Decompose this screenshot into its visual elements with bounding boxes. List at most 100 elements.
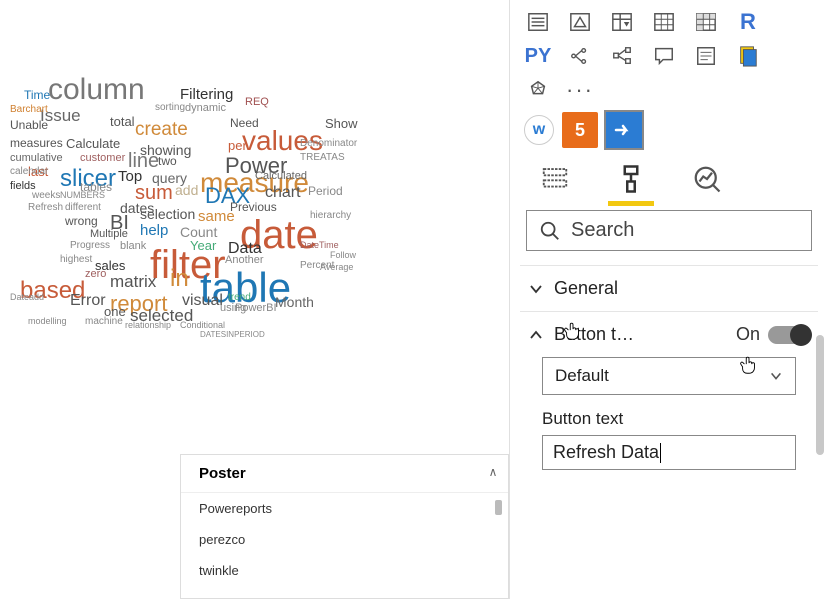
wordcloud-word[interactable]: blank xyxy=(120,241,146,252)
wordcloud-word[interactable]: machine xyxy=(85,317,123,327)
search-input[interactable]: Search xyxy=(526,210,812,251)
wordcloud-word[interactable]: Count xyxy=(180,225,217,239)
table-row[interactable]: Powereports xyxy=(181,493,508,524)
wordcloud-word[interactable]: total xyxy=(110,115,135,128)
apps-icon[interactable] xyxy=(524,78,552,102)
wordcloud-word[interactable]: Progress xyxy=(70,241,110,251)
button-text-toggle[interactable] xyxy=(768,326,810,344)
custom-visual-w-icon[interactable]: w xyxy=(524,115,554,145)
wordcloud-word[interactable]: Dateadd xyxy=(10,293,44,302)
key-influencers-icon[interactable] xyxy=(566,44,594,68)
section-general-label: General xyxy=(554,278,618,299)
wordcloud-word[interactable]: selection xyxy=(140,207,195,221)
wordcloud-visual[interactable]: columnIssueBarchartUnableTimetotalFilter… xyxy=(10,45,390,355)
scroll-up-icon[interactable]: ∧ xyxy=(484,465,502,479)
wordcloud-word[interactable]: Error xyxy=(70,293,106,309)
fields-tab[interactable] xyxy=(538,162,572,196)
button-text-value: Refresh Data xyxy=(553,442,659,462)
wordcloud-word[interactable]: column xyxy=(48,75,145,105)
wordcloud-word[interactable]: per xyxy=(228,139,247,152)
wordcloud-word[interactable]: Refresh xyxy=(28,203,63,213)
search-icon xyxy=(539,220,561,242)
wordcloud-word[interactable]: add xyxy=(175,183,198,197)
wordcloud-word[interactable]: in xyxy=(170,267,189,291)
list-icon[interactable] xyxy=(524,10,552,34)
triangle-icon[interactable] xyxy=(566,10,594,34)
custom-visual-flow-icon[interactable] xyxy=(606,112,642,148)
wordcloud-word[interactable]: Barchart xyxy=(10,105,48,115)
section-button-text[interactable]: Button t… On xyxy=(528,324,810,345)
python-visual-icon[interactable]: PY xyxy=(524,44,552,68)
wordcloud-word[interactable]: relationship xyxy=(125,321,171,330)
wordcloud-word[interactable]: trend xyxy=(228,293,251,303)
wordcloud-word[interactable]: help xyxy=(140,223,168,238)
wordcloud-word[interactable]: zero xyxy=(85,269,106,280)
wordcloud-word[interactable]: sorting xyxy=(155,103,185,113)
wordcloud-word[interactable]: matrix xyxy=(110,273,156,290)
wordcloud-word[interactable]: Calculated xyxy=(255,171,307,182)
table-row[interactable]: twinkle xyxy=(181,555,508,586)
more-visuals-icon[interactable]: ··· xyxy=(566,78,594,102)
chevron-down-icon xyxy=(528,281,544,297)
narrative-icon[interactable] xyxy=(692,44,720,68)
wordcloud-word[interactable]: customer xyxy=(80,153,125,164)
table-scrollbar[interactable] xyxy=(495,500,502,515)
qa-icon[interactable] xyxy=(650,44,678,68)
wordcloud-word[interactable]: wrong xyxy=(65,215,98,227)
format-tab[interactable] xyxy=(614,162,648,196)
paginated-icon[interactable] xyxy=(734,44,762,68)
wordcloud-word[interactable]: Calculate xyxy=(66,137,120,150)
section-general[interactable]: General xyxy=(528,278,810,299)
wordcloud-word[interactable]: Unable xyxy=(10,119,48,131)
wordcloud-word[interactable]: Period xyxy=(308,185,343,197)
wordcloud-word[interactable]: create xyxy=(135,120,188,139)
wordcloud-word[interactable]: Follow xyxy=(330,251,356,260)
table-icon[interactable] xyxy=(650,10,678,34)
wordcloud-word[interactable]: two xyxy=(158,155,177,167)
wordcloud-word[interactable]: highest xyxy=(60,255,92,265)
wordcloud-word[interactable]: Month xyxy=(275,295,314,309)
wordcloud-word[interactable]: Denominator xyxy=(300,139,357,149)
wordcloud-word[interactable]: different xyxy=(65,203,101,213)
table-filter-icon[interactable] xyxy=(608,10,636,34)
wordcloud-word[interactable]: chart xyxy=(265,185,301,201)
wordcloud-word[interactable]: same xyxy=(198,209,235,224)
poster-table[interactable]: Poster ∧ Powereportsperezcotwinkle xyxy=(180,454,509,599)
wordcloud-word[interactable]: dynamic xyxy=(185,103,226,114)
matrix-icon[interactable] xyxy=(692,10,720,34)
wordcloud-word[interactable]: Show xyxy=(325,117,358,130)
wordcloud-word[interactable]: modelling xyxy=(28,317,67,326)
wordcloud-word[interactable]: Average xyxy=(320,263,353,272)
wordcloud-word[interactable]: cumulative xyxy=(10,153,63,164)
search-placeholder: Search xyxy=(571,219,634,242)
canvas-area: columnIssueBarchartUnableTimetotalFilter… xyxy=(0,0,510,599)
wordcloud-word[interactable]: weeks xyxy=(32,191,60,201)
state-dropdown[interactable]: Default xyxy=(542,357,796,395)
button-text-input[interactable]: Refresh Data xyxy=(542,435,796,470)
wordcloud-word[interactable]: REQ xyxy=(245,97,269,108)
r-visual-icon[interactable]: R xyxy=(734,10,762,34)
wordcloud-word[interactable]: Need xyxy=(230,117,259,129)
wordcloud-word[interactable]: Time xyxy=(24,89,50,101)
wordcloud-word[interactable]: measures xyxy=(10,137,63,149)
wordcloud-word[interactable]: PowerBI xyxy=(235,303,277,314)
wordcloud-word[interactable]: hierarchy xyxy=(310,211,351,221)
table-row[interactable]: perezco xyxy=(181,524,508,555)
wordcloud-word[interactable]: Filtering xyxy=(180,87,233,102)
wordcloud-word[interactable]: DateTime xyxy=(300,241,339,250)
wordcloud-word[interactable]: NUMBERS xyxy=(60,191,105,200)
toggle-label: On xyxy=(736,324,760,345)
wordcloud-word[interactable]: Conditional xyxy=(180,321,225,330)
wordcloud-word[interactable]: DATESINPERIOD xyxy=(200,331,265,339)
dropdown-value: Default xyxy=(555,366,609,386)
decomp-tree-icon[interactable] xyxy=(608,44,636,68)
table-header-poster[interactable]: Poster xyxy=(181,455,508,493)
chevron-down-icon xyxy=(769,369,783,383)
wordcloud-word[interactable]: calendar xyxy=(10,167,48,177)
wordcloud-word[interactable]: Previous xyxy=(230,201,277,213)
analytics-tab[interactable] xyxy=(690,162,724,196)
panel-scrollbar[interactable] xyxy=(816,335,824,575)
wordcloud-word[interactable]: Multiple xyxy=(90,229,128,240)
custom-visual-html5-icon[interactable]: 5 xyxy=(562,112,598,148)
wordcloud-word[interactable]: TREATAS xyxy=(300,153,345,163)
